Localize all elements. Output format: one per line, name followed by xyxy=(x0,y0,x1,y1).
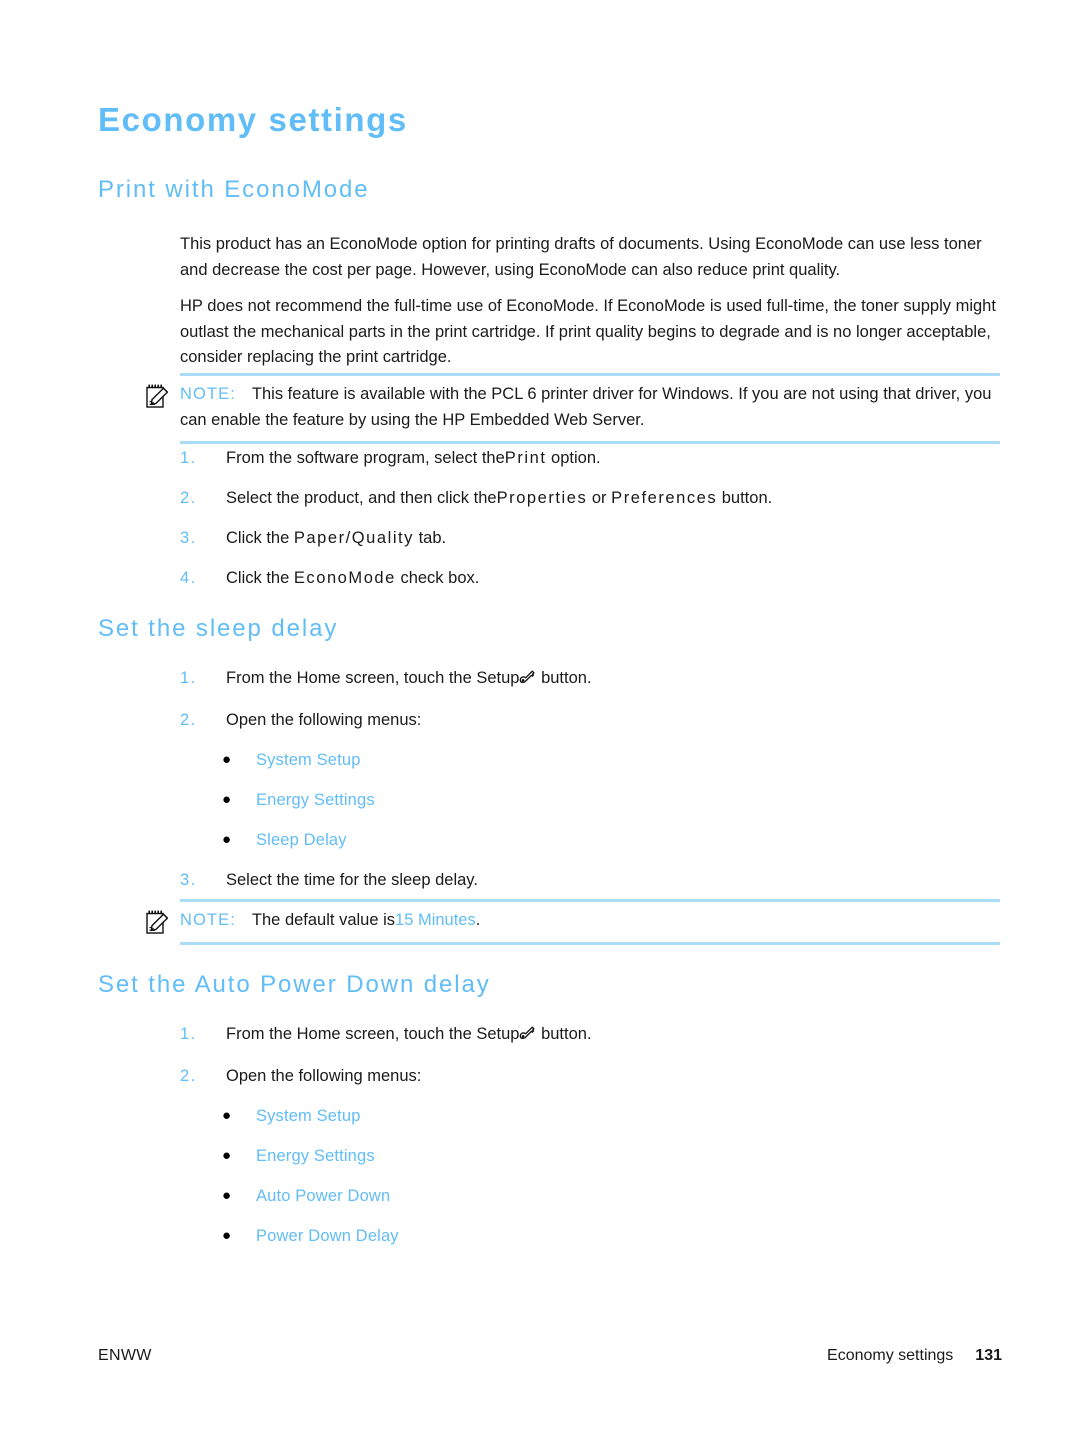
step-number: 4. xyxy=(180,569,197,587)
note-text-part: The default value is xyxy=(251,911,396,929)
step-text-part: From the Home screen, touch the Setup xyxy=(226,1025,520,1043)
step-text: From the Home screen, touch the Setup bu… xyxy=(226,1022,1010,1047)
list-item: ● Energy Settings xyxy=(222,1144,375,1168)
step-number: 1. xyxy=(180,1025,197,1043)
bullet-dot-icon: ● xyxy=(222,831,232,848)
list-item: ● Sleep Delay xyxy=(222,828,347,852)
list-item: 3. Select the time for the sleep delay. xyxy=(180,868,1010,893)
step-text: Open the following menus: xyxy=(226,711,422,729)
step-text: Click the EconoMode check box. xyxy=(226,566,1010,591)
step-text-part: From the Home screen, touch the Setup xyxy=(226,669,520,687)
step-number: 2. xyxy=(180,711,197,729)
step-text-part: From the software program, select the xyxy=(226,449,505,467)
bullet-dot-icon: ● xyxy=(222,1227,232,1244)
step-number: 1. xyxy=(180,669,197,687)
list-item: ● Power Down Delay xyxy=(222,1224,399,1248)
bullet-dot-icon: ● xyxy=(222,1107,232,1124)
bullet-dot-icon: ● xyxy=(222,791,232,808)
page-title: Economy settings xyxy=(98,101,408,138)
menu-item-label: Energy Settings xyxy=(256,791,375,809)
note-text-part: This feature is available with the PCL 6… xyxy=(251,385,583,403)
menu-item-label: System Setup xyxy=(256,751,361,769)
step-text-part: tab. xyxy=(413,529,447,547)
note-box-pcl6-driver: NOTE: This feature is available with the … xyxy=(146,373,1000,444)
note-text-part: . xyxy=(475,911,481,929)
step-text-part: button. xyxy=(536,669,592,687)
step-text: Click the Paper/Quality tab. xyxy=(226,526,1010,551)
ui-term: Paper/Quality xyxy=(293,529,414,547)
menu-item-label: Auto Power Down xyxy=(256,1187,391,1205)
step-number: 3. xyxy=(180,529,197,547)
list-item: ● Energy Settings xyxy=(222,788,375,812)
step-text-part: option. xyxy=(546,449,601,467)
paragraph-econo-mode-intro: This product has an EconoMode option for… xyxy=(180,232,1002,283)
step-text: Open the following menus: xyxy=(226,1067,422,1085)
bullet-dot-icon: ● xyxy=(222,1147,232,1164)
list-item: ● System Setup xyxy=(222,1104,361,1128)
list-item: 2. Open the following menus: xyxy=(180,708,1010,733)
bullet-dot-icon: ● xyxy=(222,751,232,768)
list-item: ● Auto Power Down xyxy=(222,1184,390,1208)
paragraph-part: t the mechanical parts in the print cart… xyxy=(224,322,536,341)
list-item: 1. From the Home screen, touch the Setup… xyxy=(180,666,1010,691)
step-number: 2. xyxy=(180,1067,197,1085)
step-text: From the software program, select thePri… xyxy=(226,446,1010,471)
menu-item-label: Sleep Delay xyxy=(256,831,347,849)
step-number: 2. xyxy=(180,489,197,507)
ui-term: Properties xyxy=(496,489,588,507)
wrench-icon xyxy=(517,668,536,687)
section-heading-sleep-delay: Set the sleep delay xyxy=(98,615,339,642)
ui-term: EconoMode xyxy=(293,569,396,587)
list-item: 2. Open the following menus: xyxy=(180,1064,1010,1089)
wrench-icon xyxy=(517,1024,536,1043)
list-item: 2. Select the product, and then click th… xyxy=(180,486,1010,511)
step-text-part: button. xyxy=(536,1025,592,1043)
footer-page-number: 131 xyxy=(975,1347,1002,1364)
paragraph-part: , using EconoMode can also reduce print … xyxy=(485,260,841,279)
step-text: Select the product, and then click thePr… xyxy=(226,486,1010,511)
list-item: ● System Setup xyxy=(222,748,361,772)
list-item: 1. From the Home screen, touch the Setup… xyxy=(180,1022,1010,1047)
list-item: 4. Click the EconoMode check box. xyxy=(180,566,1010,591)
paragraph-econo-mode-warning: HP does not recommend the full-time use … xyxy=(180,294,1002,371)
paragraph-part: HP does not recommend the full-time use … xyxy=(180,297,567,315)
section-heading-econo-mode: Print with EconoMode xyxy=(98,176,370,203)
step-number: 1. xyxy=(180,449,197,467)
footer: Economy settings 131 xyxy=(827,1347,1002,1365)
step-text-part: Click the xyxy=(226,569,294,587)
document-page: Economy settings Print with EconoMode Th… xyxy=(0,0,1080,1437)
note-pad-pencil-icon xyxy=(144,382,174,412)
step-text: Select the time for the sleep delay. xyxy=(226,871,478,889)
step-text-part: Click the xyxy=(226,529,294,547)
paragraph-part: This product has an EconoMode option for… xyxy=(180,235,729,253)
step-number: 3. xyxy=(180,871,197,889)
menu-item-label: System Setup xyxy=(256,1107,361,1125)
footer-language-code: ENWW xyxy=(98,1347,152,1364)
list-item: 3. Click the Paper/Quality tab. xyxy=(180,526,1010,551)
step-text-part: button. xyxy=(717,489,773,507)
step-text-part: Select the product, and then click the xyxy=(226,489,497,507)
step-text-part: check box. xyxy=(395,569,480,587)
note-text: NOTE: This feature is available with the … xyxy=(180,382,1000,433)
section-heading-auto-power-down: Set the Auto Power Down delay xyxy=(98,971,491,998)
menu-item-label: Energy Settings xyxy=(256,1147,375,1165)
note-label: NOTE: xyxy=(180,911,236,929)
note-box-default-sleep-value: NOTE: The default value is15 Minutes. xyxy=(146,899,1000,945)
ui-term: Print xyxy=(504,449,547,467)
footer-section-title: Economy settings xyxy=(827,1347,954,1364)
step-text-part: or xyxy=(587,489,612,507)
ui-term: Preferences xyxy=(611,489,718,507)
step-text: From the Home screen, touch the Setup bu… xyxy=(226,666,1010,691)
menu-item-label: Power Down Delay xyxy=(256,1227,399,1245)
note-text: NOTE: The default value is15 Minutes. xyxy=(180,908,1000,934)
note-default-value: 15 Minutes xyxy=(395,911,476,929)
note-pad-pencil-icon xyxy=(144,908,174,938)
bullet-dot-icon: ● xyxy=(222,1187,232,1204)
list-item: 1. From the software program, select the… xyxy=(180,446,1010,471)
note-label: NOTE: xyxy=(180,385,236,403)
